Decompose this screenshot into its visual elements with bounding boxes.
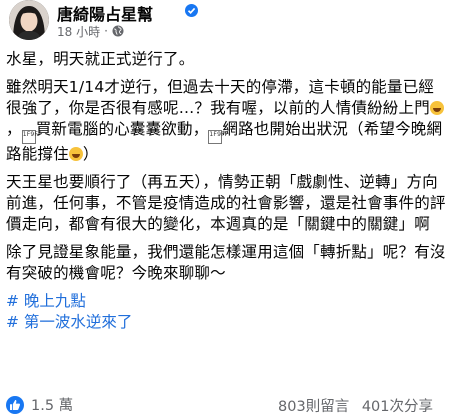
reaction-summary[interactable]: 1.5 萬 [6, 394, 73, 415]
post-footer: 1.5 萬 803則留言 401次分享 [0, 390, 451, 416]
hashtag-link[interactable]: # 第一波水逆來了 [6, 312, 446, 333]
post-header: 唐綺陽占星幫 18 小時 · [0, 0, 451, 46]
post-meta: 18 小時 · [57, 23, 124, 39]
post-time[interactable]: 18 小時 [57, 23, 100, 40]
hashtag-link[interactable]: # 晚上九點 [6, 291, 446, 312]
post-body: 水星，明天就正式逆行了。 雖然明天1/14才逆行，但過去十天的停滯，這卡頓的能量… [6, 49, 446, 333]
engagement-counts: 803則留言 401次分享 [278, 395, 433, 416]
share-count[interactable]: 401次分享 [362, 399, 433, 415]
post-paragraph: 除了見證星象能量，我們還能怎樣運用這個「轉折點」呢？有沒有突破的機會呢？今晚來聊… [6, 243, 446, 282]
globe-icon[interactable] [112, 25, 124, 37]
grinning-sweat-emoji-icon [68, 147, 83, 161]
post-paragraph: 水星，明天就正式逆行了。 [6, 50, 195, 68]
missing-glyph-box-icon: 1F9FF [21, 130, 42, 144]
grinning-sweat-emoji-icon [429, 101, 444, 115]
like-reaction-icon [6, 395, 24, 414]
avatar[interactable] [9, 0, 49, 40]
author-name[interactable]: 唐綺陽占星幫 [57, 1, 153, 25]
hashtag-list: # 晚上九點 # 第一波水逆來了 [6, 291, 446, 333]
comment-count[interactable]: 803則留言 [278, 399, 349, 415]
verified-badge-icon [185, 4, 198, 17]
post-paragraph: 天王星也要順行了（再五天），情勢正朝「戲劇性、逆轉」方向前進，任何事，不管是疫情… [6, 173, 446, 233]
post-paragraph: 雖然明天1/14才逆行，但過去十天的停滯，這卡頓的能量已經很強了，你是否很有感呢… [6, 78, 444, 163]
reaction-count: 1.5 萬 [31, 398, 74, 414]
meta-separator: · [104, 24, 108, 38]
missing-glyph-box-icon: 1F9FF [208, 130, 228, 144]
